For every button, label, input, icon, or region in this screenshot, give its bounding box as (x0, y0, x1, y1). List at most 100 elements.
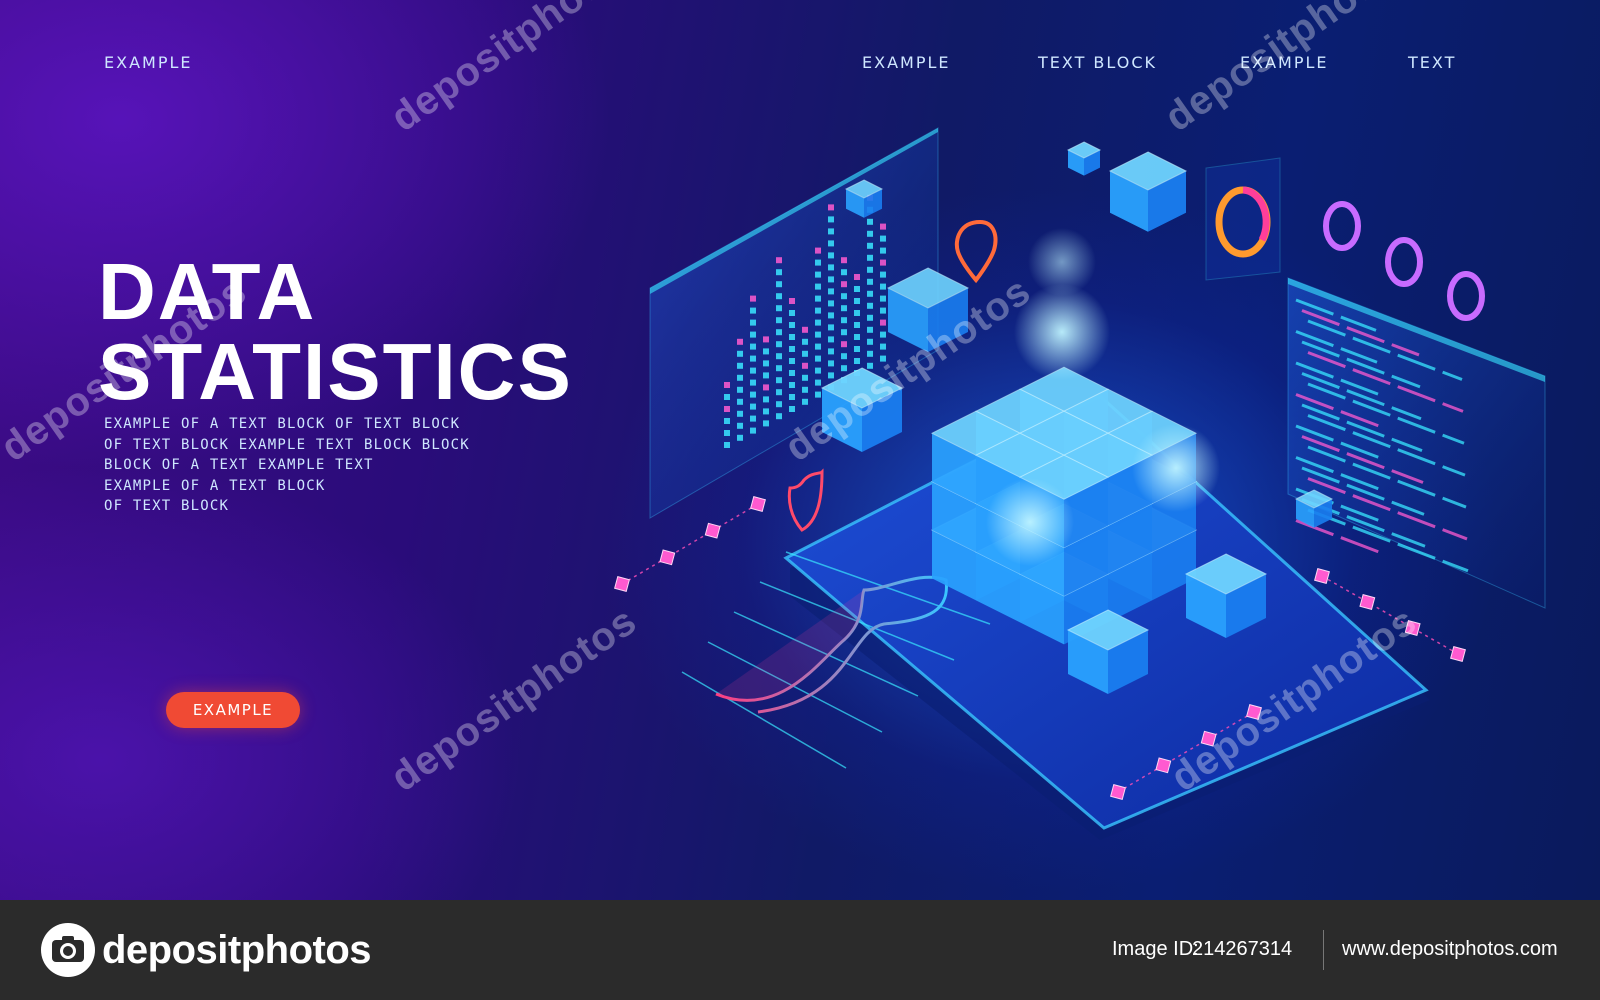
bar-dot (880, 223, 886, 230)
bar-dot (867, 350, 873, 357)
bar-dot (776, 329, 782, 336)
ring-chart-main-icon (1205, 157, 1281, 281)
bar-dot (737, 386, 743, 393)
description-line: BLOCK OF A TEXT EXAMPLE TEXT (104, 457, 374, 473)
bar-dot (802, 374, 808, 381)
brand-logo[interactable]: depositphotos (40, 922, 372, 978)
bar-dot (841, 269, 847, 276)
bar-dot (737, 422, 743, 429)
bar-dot (789, 322, 795, 328)
bar-dot (880, 283, 886, 290)
bar-dot (828, 276, 834, 283)
bar-dot (880, 235, 886, 242)
bar-dot (789, 334, 795, 340)
bar-dot (776, 293, 782, 300)
bar-dot (854, 298, 860, 304)
bar-dot (867, 230, 873, 237)
nav-link-text[interactable]: TEXT (1408, 53, 1456, 72)
bar-dot (776, 281, 782, 288)
title-line-1: DATA (98, 247, 317, 336)
bar-dot (867, 218, 873, 225)
connector-node (1450, 646, 1466, 662)
bar-dot (737, 434, 743, 441)
bar-dot (880, 271, 886, 278)
bar-dot (763, 408, 769, 415)
ring-chart-icon (1323, 201, 1361, 251)
footer-bar: depositphotos Image ID: 214267314 www.de… (0, 900, 1600, 1000)
bar-dot (828, 312, 834, 319)
bar-dot (750, 319, 756, 326)
bar-dot (737, 350, 743, 357)
bar-dot (724, 418, 730, 424)
bar-dot (750, 331, 756, 338)
bar-dot (828, 252, 834, 259)
bar-dot (854, 310, 860, 316)
description-line: OF TEXT BLOCK EXAMPLE TEXT BLOCK BLOCK (104, 436, 470, 453)
bar-dot (815, 307, 821, 314)
bar-dot (867, 290, 873, 297)
bar-dot (880, 319, 886, 326)
bar-dot (815, 283, 821, 290)
bar-dot (750, 427, 756, 434)
bar-dot (789, 358, 795, 364)
bar-dot (815, 259, 821, 266)
bar-dot (724, 442, 730, 448)
bar-dot (789, 298, 795, 304)
cta-button[interactable]: EXAMPLE (166, 692, 300, 728)
bar-dot (828, 348, 834, 355)
bar-dot (854, 274, 860, 280)
connector-node (750, 496, 766, 512)
bar-dot (828, 324, 834, 331)
nav-link-example-2[interactable]: EXAMPLE (1240, 53, 1329, 72)
bar-dot (724, 394, 730, 400)
bar-dot (737, 410, 743, 417)
bar-dot (828, 216, 834, 223)
bar-dot (802, 338, 808, 345)
connector-node (1110, 784, 1126, 800)
bar-dot (776, 401, 782, 408)
bar-dot (763, 348, 769, 355)
bar-dot (828, 240, 834, 247)
bar-dot (880, 247, 886, 254)
bar-dot (815, 331, 821, 338)
description-line: EXAMPLE OF A TEXT BLOCK OF TEXT BLOCK (104, 416, 461, 432)
bar-dot (763, 336, 769, 343)
camera-icon (41, 923, 95, 977)
bar-dot (854, 322, 860, 328)
nav-link-left[interactable]: EXAMPLE (104, 53, 193, 72)
connector-node (704, 522, 721, 539)
bar-dot (750, 307, 756, 314)
bar-dot (776, 353, 782, 360)
bar-dot (815, 295, 821, 302)
bar-dot (763, 420, 769, 427)
title-line-2: STATISTICS (98, 327, 573, 416)
bar-dot (867, 314, 873, 321)
bar-dot (828, 360, 834, 367)
bar-dot (815, 367, 821, 374)
bar-dot (841, 365, 847, 372)
bar-dot (854, 346, 860, 352)
bar-dot (789, 310, 795, 316)
bar-dot (867, 362, 873, 369)
bar-dot (776, 389, 782, 396)
bar-dot (776, 377, 782, 384)
bar-dot (802, 326, 808, 333)
bar-dot (880, 355, 886, 362)
bar-dot (815, 391, 821, 398)
ring-chart-icon (1447, 271, 1485, 321)
bar-dot (802, 350, 808, 357)
shield-icon (787, 468, 824, 532)
nav-link-example[interactable]: EXAMPLE (862, 53, 951, 72)
site-url-link[interactable]: www.depositphotos.com (1342, 938, 1558, 961)
bar-dot (750, 415, 756, 422)
bar-dot (841, 341, 847, 348)
ring-chart-icon (1385, 237, 1423, 287)
bar-dot (828, 264, 834, 271)
bar-dot (776, 365, 782, 372)
connector-node (1314, 568, 1330, 584)
nav-link-text-block[interactable]: TEXT BLOCK (1038, 53, 1157, 72)
bar-dot (776, 257, 782, 264)
bar-dot (789, 382, 795, 388)
bar-dot (815, 247, 821, 254)
bar-dot (789, 346, 795, 352)
